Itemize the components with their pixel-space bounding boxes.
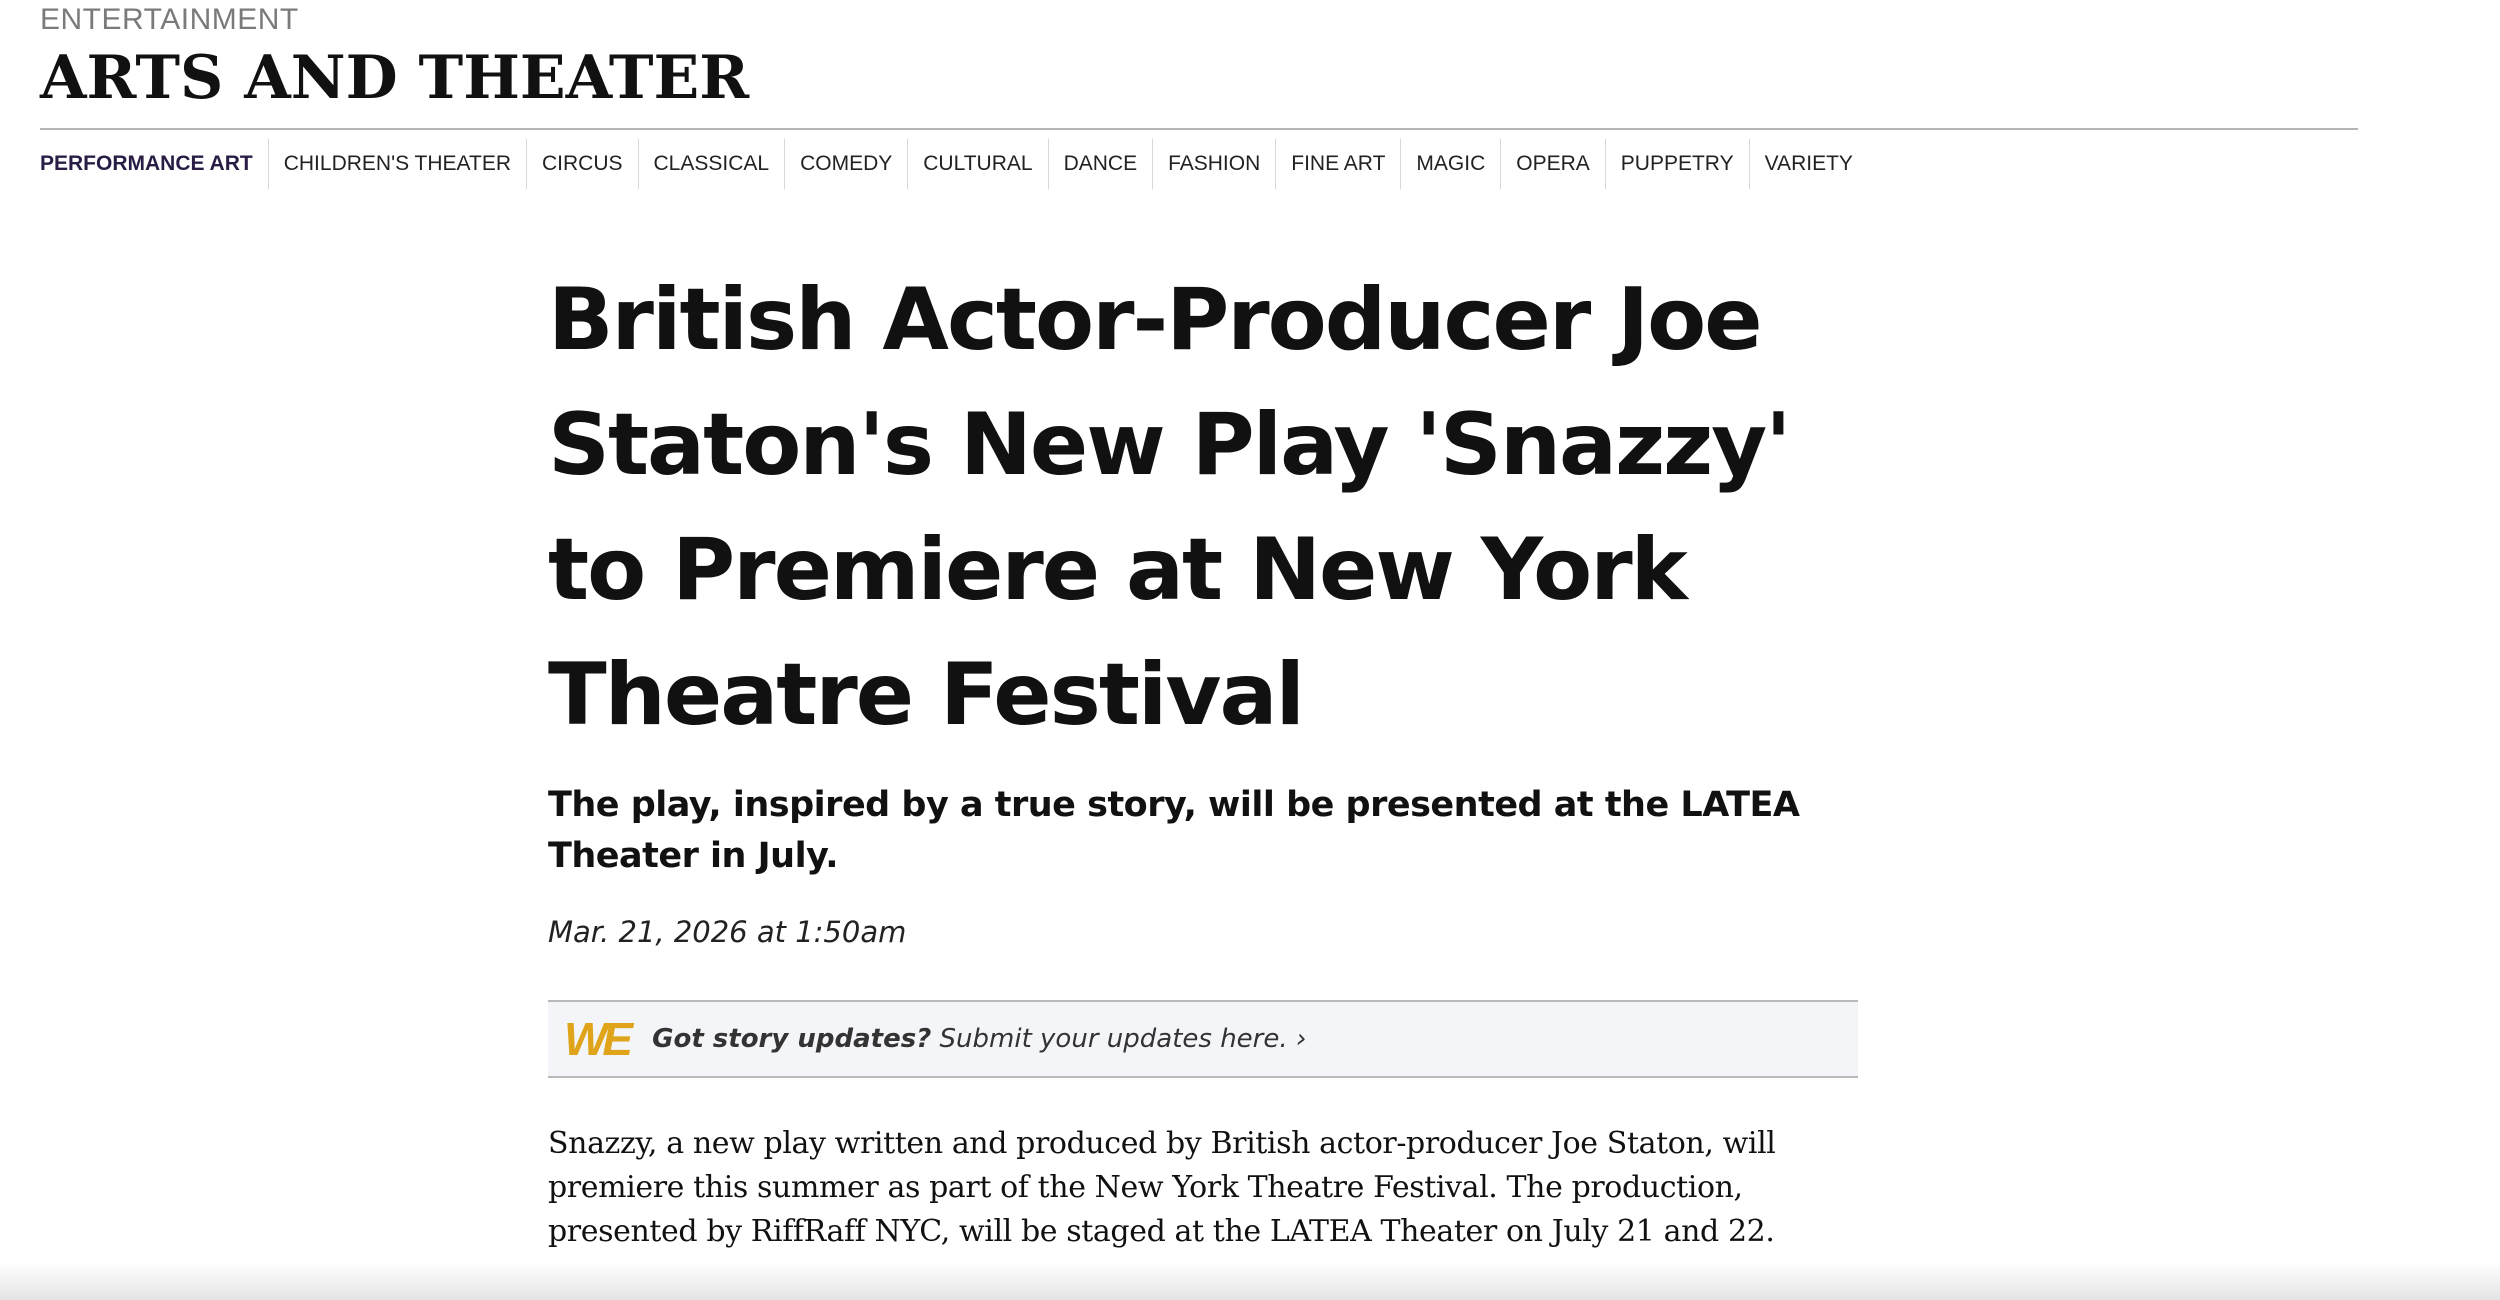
story-updates-banner: WE Got story updates? Submit your update… xyxy=(548,1000,1858,1078)
we-logo-icon: WE xyxy=(564,1013,633,1065)
article-headline: British Actor-Producer Joe Staton's New … xyxy=(548,270,1792,745)
story-updates-prompt: Got story updates? xyxy=(652,1024,932,1054)
subnav-item-childrens-theater[interactable]: CHILDREN'S THEATER xyxy=(269,139,527,189)
subnav-item-cultural[interactable]: CULTURAL xyxy=(908,139,1049,189)
subnav-item-performance-art[interactable]: PERFORMANCE ART xyxy=(40,139,269,189)
article-body-paragraph: Snazzy, a new play written and produced … xyxy=(548,1126,1776,1249)
submit-updates-link[interactable]: Submit your updates here. › xyxy=(940,1024,1307,1054)
subnav-item-magic[interactable]: MAGIC xyxy=(1401,139,1502,189)
subnav-item-variety[interactable]: VARIETY xyxy=(1750,139,1868,189)
subnav-item-classical[interactable]: CLASSICAL xyxy=(639,139,786,189)
header-divider xyxy=(40,128,2358,130)
subnav-item-fashion[interactable]: FASHION xyxy=(1153,139,1277,189)
subnav-item-fine-art[interactable]: FINE ART xyxy=(1276,139,1402,189)
subnav-item-circus[interactable]: CIRCUS xyxy=(527,139,639,189)
article-dek: The play, inspired by a true story, will… xyxy=(548,785,1800,876)
bottom-fade xyxy=(0,1262,2500,1300)
story-updates-text: Got story updates? Submit your updates h… xyxy=(652,1024,1306,1054)
subnav-item-comedy[interactable]: COMEDY xyxy=(785,139,909,189)
section-title[interactable]: ARTS AND THEATER xyxy=(40,40,749,116)
subnav-item-dance[interactable]: DANCE xyxy=(1049,139,1154,189)
subnav-item-opera[interactable]: OPERA xyxy=(1501,139,1606,189)
category-subnav: PERFORMANCE ART CHILDREN'S THEATER CIRCU… xyxy=(40,136,1868,192)
article-date: Mar. 21, 2026 at 1:50am xyxy=(548,915,907,949)
subnav-item-puppetry[interactable]: PUPPETRY xyxy=(1606,139,1750,189)
section-kicker: ENTERTAINMENT xyxy=(40,3,299,36)
article: British Actor-Producer Joe Staton's New … xyxy=(548,258,1858,1254)
